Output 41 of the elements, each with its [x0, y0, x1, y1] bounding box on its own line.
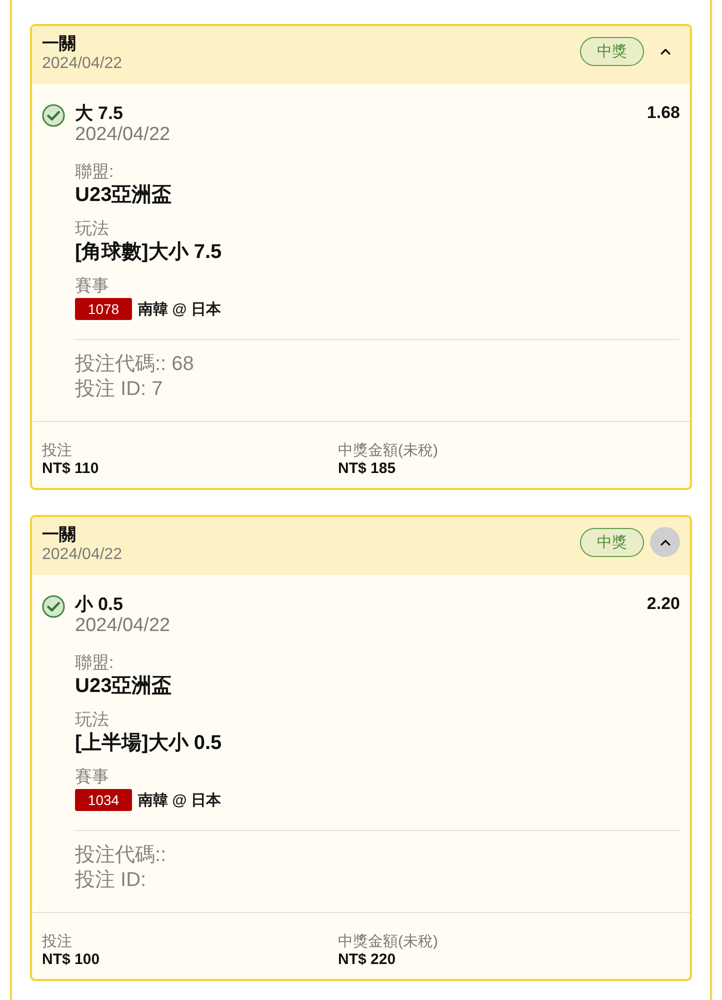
match-teams: 南韓 @ 日本: [138, 790, 221, 810]
detail-label: 聯盟:: [75, 652, 114, 674]
detail-value: [上半場]大小 0.5: [75, 731, 222, 755]
match-code-tag: 1078: [75, 298, 132, 320]
detail-label: 玩法: [75, 709, 109, 731]
amount-value: NT$ 185: [338, 460, 396, 477]
bet-type-title: 一關: [42, 33, 76, 54]
status-badge: 中獎: [580, 528, 644, 557]
amount-label: 投注: [42, 442, 72, 460]
match-code-tag: 1034: [75, 789, 132, 811]
odds-value: 1.68: [646, 102, 680, 123]
bet-reference: 投注代碼:: 68: [75, 352, 194, 377]
amount-value: NT$ 220: [338, 951, 396, 968]
detail-label: 賽事: [75, 275, 109, 297]
bet-date: 2024/04/22: [42, 54, 122, 74]
bet-type-title: 一關: [42, 524, 76, 545]
selection-date: 2024/04/22: [75, 615, 170, 637]
bet-reference: 投注 ID:: [75, 868, 146, 893]
status-badge: 中獎: [580, 37, 644, 66]
chevron-up-icon: [660, 538, 670, 546]
detail-label: 賽事: [75, 766, 109, 788]
bet-reference: 投注代碼::: [75, 843, 166, 868]
amount-label: 投注: [42, 933, 72, 951]
detail-value: U23亞洲盃: [75, 183, 172, 207]
detail-label: 聯盟:: [75, 161, 114, 183]
odds-value: 2.20: [646, 593, 680, 614]
detail-value: U23亞洲盃: [75, 674, 172, 698]
selection-date: 2024/04/22: [75, 124, 170, 146]
detail-label: 玩法: [75, 218, 109, 240]
amount-label: 中獎金額(未稅): [338, 933, 438, 951]
amount-value: NT$ 110: [42, 460, 99, 477]
detail-value: [角球數]大小 7.5: [75, 240, 222, 264]
collapse-button[interactable]: [650, 527, 680, 557]
selection-name: 大 7.5: [75, 103, 124, 124]
match-teams: 南韓 @ 日本: [138, 300, 221, 318]
chevron-up-icon: [660, 48, 670, 54]
selection-name: 小 0.5: [75, 594, 124, 615]
amount-value: NT$ 100: [42, 951, 100, 968]
amount-label: 中獎金額(未稅): [338, 442, 438, 460]
bet-reference: 投注 ID: 7: [75, 377, 163, 402]
bet-date: 2024/04/22: [42, 545, 122, 565]
